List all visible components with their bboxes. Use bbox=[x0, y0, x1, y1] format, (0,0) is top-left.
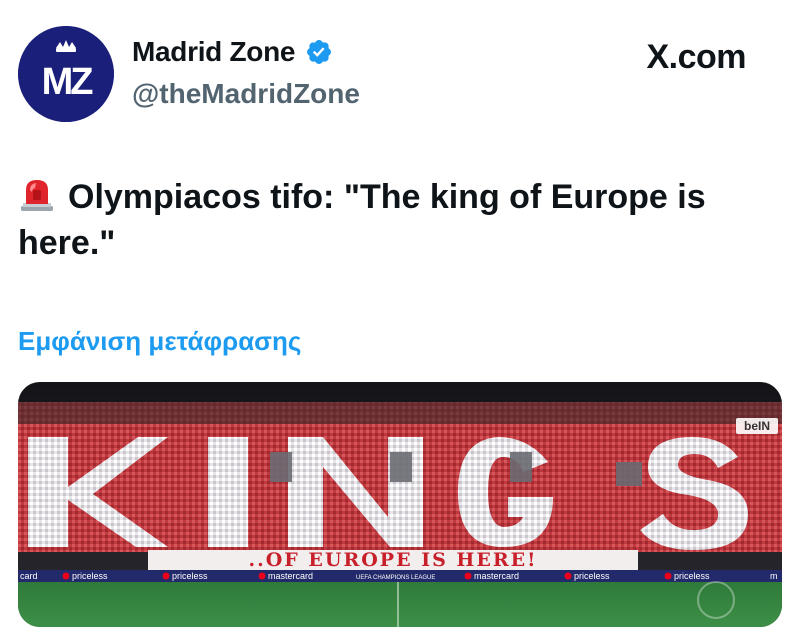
author-name-row: Madrid Zone bbox=[132, 36, 333, 68]
avatar[interactable]: MZ bbox=[18, 26, 114, 122]
ad-board-5: UEFA CHAMPIONS LEAGUE bbox=[356, 575, 435, 581]
ad-board-1: card bbox=[20, 571, 38, 581]
ad-board-8: priceless bbox=[674, 571, 710, 581]
ad-board-6: mastercard bbox=[474, 571, 519, 581]
ad-board-4: mastercard bbox=[268, 571, 313, 581]
tweet-text-content: Olympiacos tifo: "The king of Europe is … bbox=[18, 178, 706, 262]
ad-board-7: priceless bbox=[574, 571, 610, 581]
avatar-initials: MZ bbox=[42, 61, 94, 103]
author-handle[interactable]: @theMadridZone bbox=[132, 78, 360, 110]
author-name[interactable]: Madrid Zone bbox=[132, 36, 295, 68]
stadium-tifo-image: beIN ..OF EUROPE IS HERE! card priceless… bbox=[18, 382, 782, 627]
broadcaster-logo: beIN bbox=[744, 419, 770, 433]
show-translation-link[interactable]: Εμφάνιση μετάφρασης bbox=[18, 326, 301, 357]
tifo-banner-text: ..OF EUROPE IS HERE! bbox=[249, 549, 538, 571]
rotating-light-icon bbox=[18, 176, 56, 212]
tweet-media-image[interactable]: beIN ..OF EUROPE IS HERE! card priceless… bbox=[18, 382, 782, 627]
tweet-text: Olympiacos tifo: "The king of Europe is … bbox=[18, 174, 778, 266]
avatar-logo-icon: MZ bbox=[18, 26, 114, 122]
verified-badge-icon bbox=[305, 38, 333, 66]
ad-board-2: priceless bbox=[72, 571, 108, 581]
source-label: X.com bbox=[646, 38, 746, 76]
ad-board-3: priceless bbox=[172, 571, 208, 581]
ad-board-9: m bbox=[770, 571, 778, 581]
tweet-header: MZ Madrid Zone @theMadridZone X.com bbox=[18, 26, 782, 122]
